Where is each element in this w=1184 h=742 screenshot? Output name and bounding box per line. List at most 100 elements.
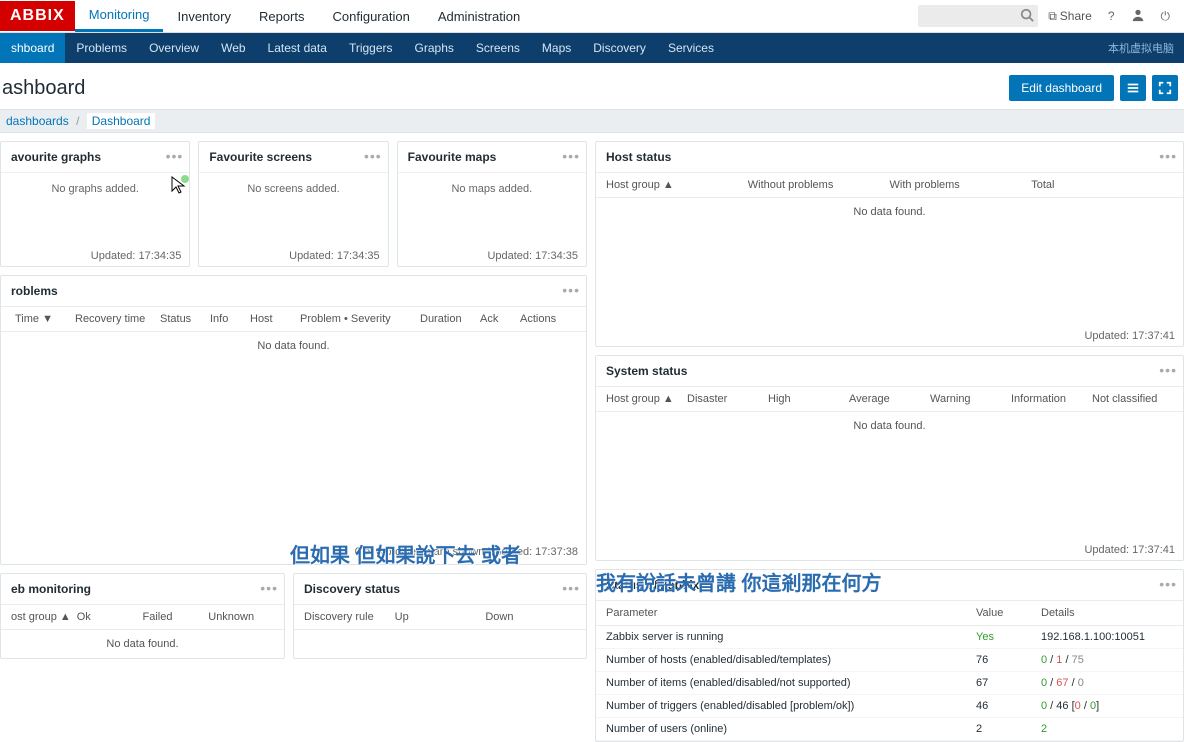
table-row: Number of hosts (enabled/disabled/templa… <box>596 649 1183 672</box>
right-column: ••• Host status Host group ▲Without prob… <box>587 141 1184 742</box>
subnav-discovery[interactable]: Discovery <box>582 33 657 63</box>
help-icon[interactable]: ? <box>1102 9 1121 23</box>
left-column: ••• avourite graphs No graphs added. Upd… <box>0 141 587 742</box>
webmon-header: ost group ▲OkFailedUnknown <box>1 604 284 630</box>
col[interactable]: Without problems <box>748 179 890 191</box>
subnav-maps[interactable]: Maps <box>531 33 582 63</box>
subnav-screens[interactable]: Screens <box>465 33 531 63</box>
favourite-screens-widget: ••• Favourite screens No screens added. … <box>198 141 388 267</box>
favourites-row: ••• avourite graphs No graphs added. Upd… <box>0 141 587 267</box>
widget-menu-icon[interactable]: ••• <box>166 148 184 164</box>
col[interactable]: Ack <box>476 313 516 325</box>
widget-menu-icon[interactable]: ••• <box>562 282 580 298</box>
topnav-administration[interactable]: Administration <box>424 0 534 32</box>
col[interactable]: Time ▼ <box>11 313 71 325</box>
sub-bar: shboardProblemsOverviewWebLatest dataTri… <box>0 33 1184 63</box>
edit-dashboard-button[interactable]: Edit dashboard <box>1009 75 1114 101</box>
col[interactable]: With problems <box>890 179 1032 191</box>
widget-menu-icon[interactable]: ••• <box>1159 148 1177 164</box>
problems-header: Time ▼Recovery timeStatusInfoHostProblem… <box>1 306 586 332</box>
subnav-graphs[interactable]: Graphs <box>404 33 465 63</box>
fullscreen-button[interactable] <box>1152 75 1178 101</box>
top-nav: MonitoringInventoryReportsConfigurationA… <box>75 0 534 32</box>
discovery-header: Discovery ruleUpDown <box>294 604 586 630</box>
no-data-text: No data found. <box>596 198 1183 226</box>
subnav-shboard[interactable]: shboard <box>0 33 65 63</box>
widget-menu-icon[interactable]: ••• <box>364 148 382 164</box>
topnav-monitoring[interactable]: Monitoring <box>75 0 164 32</box>
col[interactable]: ost group ▲ <box>11 611 77 623</box>
topnav-inventory[interactable]: Inventory <box>163 0 244 32</box>
col-parameter[interactable]: Parameter <box>606 607 976 619</box>
breadcrumb: dashboards / Dashboard <box>0 109 1184 133</box>
col[interactable]: Disaster <box>687 393 768 405</box>
col[interactable]: Host <box>246 313 296 325</box>
col[interactable]: Info <box>206 313 246 325</box>
breadcrumb-current[interactable]: Dashboard <box>87 113 156 129</box>
search-icon[interactable] <box>1020 8 1034 25</box>
widget-menu-icon[interactable]: ••• <box>562 580 580 596</box>
widget-title: Discovery status <box>294 574 586 604</box>
topnav-configuration[interactable]: Configuration <box>319 0 424 32</box>
subtitle-overlay-2: 我有說話未曾講 你這剎那在何方 <box>596 567 882 596</box>
table-row: Number of triggers (enabled/disabled [pr… <box>596 695 1183 718</box>
widget-menu-icon[interactable]: ••• <box>260 580 278 596</box>
col[interactable]: Status <box>156 313 206 325</box>
title-bar: ashboard Edit dashboard <box>0 63 1184 109</box>
widget-title: Host status <box>596 142 1183 172</box>
main-content: ••• avourite graphs No graphs added. Upd… <box>0 133 1184 742</box>
subnav-web[interactable]: Web <box>210 33 256 63</box>
topnav-reports[interactable]: Reports <box>245 0 319 32</box>
col[interactable]: Ok <box>77 611 143 623</box>
col[interactable]: Discovery rule <box>304 611 395 623</box>
col[interactable]: High <box>768 393 849 405</box>
widget-menu-icon[interactable]: ••• <box>1159 576 1177 592</box>
list-button[interactable] <box>1120 75 1146 101</box>
widget-menu-icon[interactable]: ••• <box>1159 362 1177 378</box>
col[interactable]: Recovery time <box>71 313 156 325</box>
col[interactable]: Actions <box>516 313 571 325</box>
share-label: Share <box>1060 9 1092 23</box>
power-icon[interactable]: ⏻ <box>1155 9 1177 24</box>
col[interactable]: Host group ▲ <box>606 179 748 191</box>
sub-right-label: 本机虚拟电脑 <box>1108 40 1184 56</box>
widget-title: roblems <box>1 276 586 306</box>
top-bar: ABBIX MonitoringInventoryReportsConfigur… <box>0 0 1184 33</box>
widget-footer: Updated: 17:37:41 <box>596 540 1183 560</box>
widget-footer: Updated: 17:34:35 <box>199 246 387 266</box>
col[interactable]: Problem • Severity <box>296 313 416 325</box>
subnav-problems[interactable]: Problems <box>65 33 138 63</box>
col-value[interactable]: Value <box>976 607 1041 619</box>
col[interactable]: Average <box>849 393 930 405</box>
col[interactable]: Information <box>1011 393 1092 405</box>
col[interactable]: Warning <box>930 393 1011 405</box>
col[interactable]: Failed <box>143 611 209 623</box>
logo: ABBIX <box>0 1 75 31</box>
col[interactable]: Host group ▲ <box>606 393 687 405</box>
col-details[interactable]: Details <box>1041 607 1173 619</box>
col[interactable]: Up <box>395 611 486 623</box>
share-button[interactable]: ⧉ Share <box>1042 9 1098 24</box>
subnav-triggers[interactable]: Triggers <box>338 33 404 63</box>
sub-nav: shboardProblemsOverviewWebLatest dataTri… <box>0 33 725 63</box>
widget-title: System status <box>596 356 1183 386</box>
col[interactable]: Total <box>1031 179 1173 191</box>
no-data-text: No data found. <box>1 630 284 658</box>
subnav-latest-data[interactable]: Latest data <box>257 33 338 63</box>
widget-menu-icon[interactable]: ••• <box>562 148 580 164</box>
col[interactable]: Unknown <box>208 611 274 623</box>
user-icon[interactable] <box>1125 8 1151 25</box>
bottom-row: ••• eb monitoring ost group ▲OkFailedUnk… <box>0 573 587 659</box>
widget-footer: Updated: 17:34:35 <box>398 246 586 266</box>
title-tools: Edit dashboard <box>1009 75 1178 101</box>
subnav-overview[interactable]: Overview <box>138 33 210 63</box>
zabbix-status-header: Parameter Value Details <box>596 600 1183 626</box>
col[interactable]: Duration <box>416 313 476 325</box>
col[interactable]: Down <box>485 611 576 623</box>
subnav-services[interactable]: Services <box>657 33 725 63</box>
breadcrumb-all[interactable]: dashboards <box>6 114 69 128</box>
table-row: Number of items (enabled/disabled/not su… <box>596 672 1183 695</box>
col[interactable]: Not classified <box>1092 393 1173 405</box>
favourite-maps-widget: ••• Favourite maps No maps added. Update… <box>397 141 587 267</box>
web-monitoring-widget: ••• eb monitoring ost group ▲OkFailedUnk… <box>0 573 285 659</box>
